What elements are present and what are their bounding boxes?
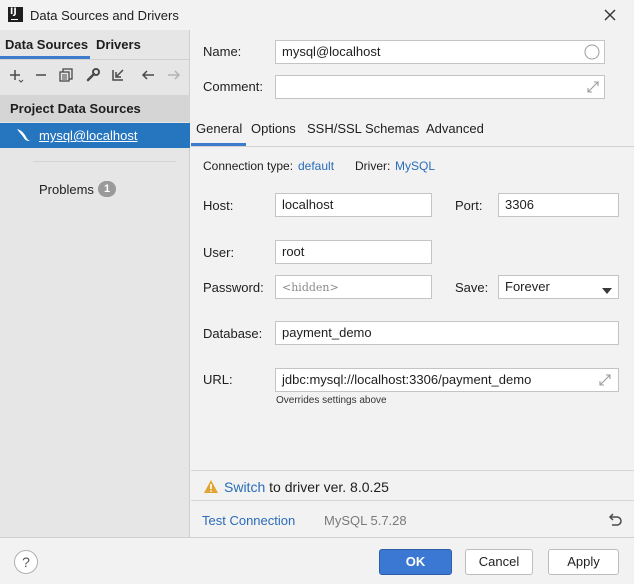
host-label: Host: [203, 198, 234, 213]
app-logo-text: IJ [10, 7, 17, 17]
tab-strip-divider [0, 59, 190, 60]
cancel-button[interactable]: Cancel [465, 549, 533, 575]
wrench-icon[interactable] [85, 67, 101, 83]
help-button[interactable]: ? [14, 550, 38, 574]
driver-link[interactable]: MySQL [395, 159, 435, 173]
tab-strip-divider [191, 146, 634, 147]
footer-divider [0, 537, 634, 538]
tab-advanced[interactable]: Advanced [426, 121, 484, 136]
port-field[interactable]: 3306 [498, 193, 619, 217]
chevron-down-icon [601, 283, 613, 294]
test-connection-link[interactable]: Test Connection [202, 513, 295, 528]
host-field[interactable]: localhost [275, 193, 432, 217]
database-label: Database: [203, 326, 263, 341]
name-field-value: mysql@localhost [282, 44, 381, 59]
duplicate-icon[interactable] [58, 67, 74, 83]
window-title: Data Sources and Drivers [30, 8, 179, 23]
forward-arrow-icon [166, 67, 182, 83]
back-arrow-icon[interactable] [140, 67, 156, 83]
server-version: MySQL 5.7.28 [324, 513, 407, 528]
user-field-value: root [282, 244, 305, 259]
apply-button[interactable]: Apply [548, 549, 619, 575]
url-hint: Overrides settings above [276, 395, 387, 406]
expand-icon[interactable] [598, 373, 612, 387]
close-icon[interactable] [600, 5, 620, 25]
connection-type-label: Connection type: [203, 159, 294, 173]
problems-item[interactable]: Problems [39, 182, 94, 197]
url-field[interactable]: jdbc:mysql://localhost:3306/payment_demo [275, 368, 619, 392]
mysql-dolphin-icon [15, 127, 31, 143]
switch-driver-link[interactable]: Switch [224, 479, 265, 495]
save-dropdown-value: Forever [505, 279, 550, 294]
app-logo-icon: IJ [8, 7, 23, 22]
driver-label: Driver: [355, 159, 391, 173]
data-source-item-label: mysql@localhost [39, 128, 138, 143]
color-circle-icon[interactable] [584, 44, 600, 60]
connection-type-link[interactable]: default [298, 159, 334, 173]
comment-field[interactable] [275, 75, 605, 99]
expand-icon[interactable] [586, 80, 600, 94]
warning-icon [203, 479, 219, 494]
password-field[interactable]: <hidden> [275, 275, 432, 299]
save-label: Save: [455, 280, 489, 295]
tab-general[interactable]: General [196, 121, 242, 136]
name-field[interactable]: mysql@localhost [275, 40, 605, 64]
comment-label: Comment: [203, 79, 263, 94]
url-field-value: jdbc:mysql://localhost:3306/payment_demo [282, 372, 532, 387]
remove-icon[interactable] [33, 67, 49, 83]
port-field-value: 3306 [505, 197, 534, 212]
status-divider [191, 500, 634, 501]
port-label: Port: [455, 198, 483, 213]
warning-divider [191, 470, 634, 471]
revert-icon[interactable] [607, 512, 623, 528]
section-title: Project Data Sources [10, 101, 141, 116]
warning-text: Switch to driver ver. 8.0.25 [224, 479, 389, 495]
name-label: Name: [203, 44, 242, 59]
problems-count-badge: 1 [98, 181, 116, 197]
tab-drivers[interactable]: Drivers [96, 37, 141, 52]
database-field[interactable]: payment_demo [275, 321, 619, 345]
tab-data-sources[interactable]: Data Sources [5, 37, 88, 52]
user-field[interactable]: root [275, 240, 432, 264]
warning-message: to driver ver. 8.0.25 [269, 479, 389, 495]
tab-ssh-ssl[interactable]: SSH/SSL [307, 121, 362, 136]
tab-schemas[interactable]: Schemas [365, 121, 419, 136]
add-icon[interactable] [8, 67, 24, 83]
url-label: URL: [203, 372, 233, 387]
tab-options[interactable]: Options [251, 121, 296, 136]
import-icon[interactable] [110, 67, 126, 83]
database-field-value: payment_demo [282, 325, 372, 340]
left-panel: Data Sources Drivers Project Data Source… [0, 30, 190, 537]
password-label: Password: [203, 280, 264, 295]
password-placeholder: <hidden> [282, 281, 339, 294]
user-label: User: [203, 245, 235, 260]
ok-button[interactable]: OK [379, 549, 452, 575]
list-divider [33, 161, 176, 162]
host-field-value: localhost [282, 197, 334, 212]
